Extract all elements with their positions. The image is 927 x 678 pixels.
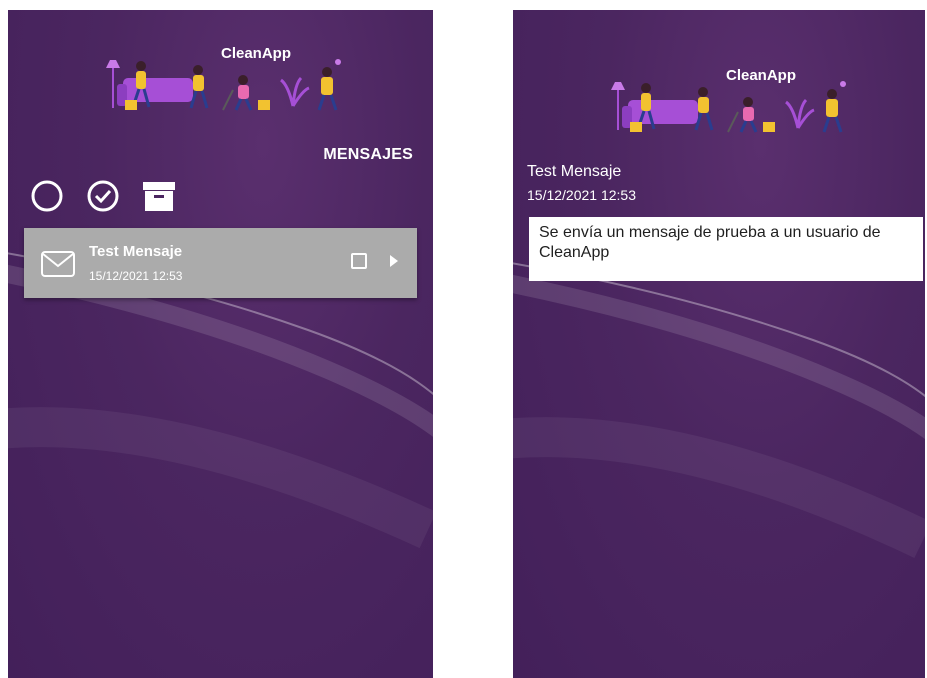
- message-detail-body: Se envía un mensaje de prueba a un usuar…: [529, 217, 923, 281]
- circle-outline-icon: [31, 180, 63, 212]
- message-date: 15/12/2021 12:53: [89, 269, 183, 283]
- message-title: Test Mensaje: [89, 243, 183, 260]
- brand-name: CleanApp: [221, 45, 291, 62]
- mark-read-button[interactable]: [84, 178, 122, 214]
- messages-list-screen: CleanApp MENSAJES Test Mensaje 15/12/202…: [8, 10, 433, 678]
- page-title: MENSAJES: [323, 146, 413, 163]
- message-detail-date: 15/12/2021 12:53: [527, 187, 636, 203]
- envelope-icon: [41, 251, 75, 277]
- message-list-item[interactable]: Test Mensaje 15/12/2021 12:53: [24, 228, 417, 298]
- cleaning-illustration: CleanApp: [106, 45, 341, 111]
- select-none-button[interactable]: [28, 178, 66, 214]
- message-toolbar: [28, 178, 196, 214]
- brand-banner: CleanApp: [608, 62, 848, 137]
- chevron-right-icon[interactable]: [388, 254, 400, 268]
- brand-name: CleanApp: [726, 67, 796, 84]
- message-detail-screen: CleanApp Test Mensaje 15/12/2021 12:53 S…: [513, 10, 925, 678]
- message-detail-title: Test Mensaje: [527, 163, 622, 180]
- message-checkbox[interactable]: [351, 253, 367, 269]
- check-circle-icon: [87, 180, 119, 212]
- archive-box-icon: [143, 182, 175, 211]
- brand-banner: CleanApp: [103, 40, 343, 115]
- cleaning-illustration: CleanApp: [611, 67, 846, 133]
- archive-button[interactable]: [140, 178, 178, 214]
